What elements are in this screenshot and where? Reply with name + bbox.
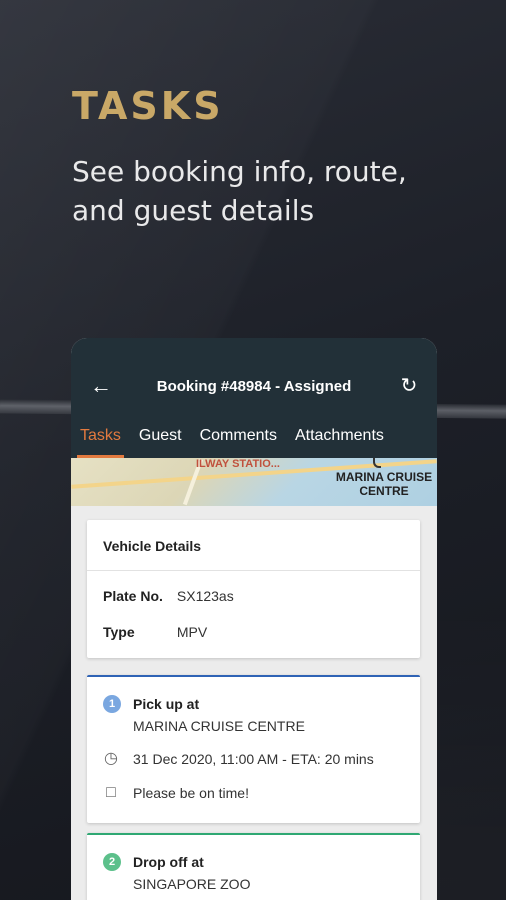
booking-title: Booking #48984 - Assigned [156,378,352,395]
task-note: Please be on time! [133,785,249,801]
vehicle-details-card: Vehicle Details Plate No. SX123as Type M… [87,520,420,658]
map-station-label: ILWAY STATIO... [196,458,280,470]
tab-bar: Tasks Guest Comments Attachments [71,422,437,458]
divider [87,570,420,571]
map-pin-icon [373,458,381,468]
task-place: MARINA CRUISE CENTRE [133,718,305,734]
plate-label: Plate No. [103,588,163,604]
task-card-pickup[interactable]: 1 Pick up at MARINA CRUISE CENTRE ◷ 31 D… [87,675,420,823]
task-card-dropoff[interactable]: 2 Drop off at SINGAPORE ZOO [87,833,420,900]
type-label: Type [103,624,135,640]
tab-tasks[interactable]: Tasks [71,422,130,458]
task-number-badge: 1 [103,695,121,713]
task-label: Drop off at [133,854,204,870]
app-bar: ← Booking #48984 - Assigned ↻ Tasks Gues… [71,338,437,458]
tab-guest[interactable]: Guest [130,422,191,458]
tab-comments[interactable]: Comments [191,422,286,458]
type-row: Type MPV [103,624,207,640]
type-value: MPV [176,624,208,640]
task-label: Pick up at [133,696,200,712]
task-place: SINGAPORE ZOO [133,876,251,892]
refresh-icon: ↻ [400,375,418,397]
promo-subhead: See booking info, route, and guest detai… [72,155,407,227]
phone-screen: ← Booking #48984 - Assigned ↻ Tasks Gues… [71,338,437,900]
vehicle-details-title: Vehicle Details [103,538,202,554]
tab-attachments[interactable]: Attachments [286,422,393,458]
task-number-badge: 2 [103,853,121,871]
plate-row: Plate No. SX123as [103,588,234,604]
route-map[interactable]: ILWAY STATIO... MARINA CRUISE CENTRE [71,458,437,506]
clock-icon: ◷ [104,750,118,767]
promo-headline: TASKS [72,84,224,128]
map-place-label: MARINA CRUISE CENTRE [335,470,433,498]
plate-value: SX123as [176,588,234,604]
background-shade [437,600,506,900]
refresh-button[interactable]: ↻ [397,374,421,398]
comment-icon: □ [106,784,116,801]
task-datetime: 31 Dec 2020, 11:00 AM - ETA: 20 mins [133,751,374,767]
